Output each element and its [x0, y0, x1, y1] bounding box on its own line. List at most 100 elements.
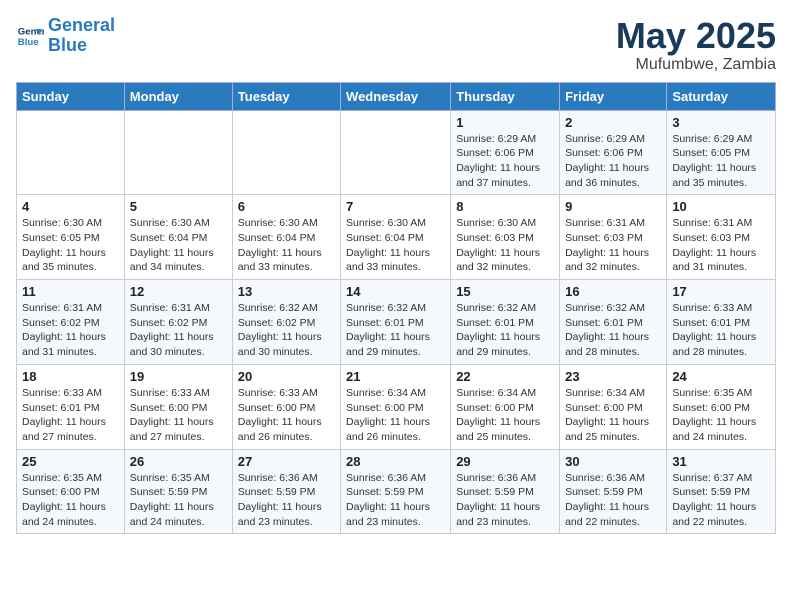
- page-header: General Blue General Blue May 2025 Mufum…: [16, 16, 776, 74]
- calendar-week-row: 1 Sunrise: 6:29 AMSunset: 6:06 PMDaylight…: [17, 110, 776, 195]
- day-info: Sunrise: 6:30 AMSunset: 6:05 PMDaylight:…: [22, 216, 119, 275]
- calendar-week-row: 18 Sunrise: 6:33 AMSunset: 6:01 PMDayligh…: [17, 364, 776, 449]
- day-number: 31: [672, 454, 770, 469]
- day-info: Sunrise: 6:32 AMSunset: 6:01 PMDaylight:…: [565, 301, 661, 360]
- day-info: Sunrise: 6:33 AMSunset: 6:00 PMDaylight:…: [130, 386, 227, 445]
- day-number: 5: [130, 199, 227, 214]
- day-info: Sunrise: 6:33 AMSunset: 6:00 PMDaylight:…: [238, 386, 335, 445]
- calendar-day-cell: [17, 110, 125, 195]
- calendar-day-cell: 3Sunrise: 6:29 AMSunset: 6:05 PMDaylight…: [667, 110, 776, 195]
- day-number: 8: [456, 199, 554, 214]
- day-number: 27: [238, 454, 335, 469]
- day-info: Sunrise: 6:36 AMSunset: 5:59 PMDaylight:…: [456, 471, 554, 530]
- calendar-day-cell: 9 Sunrise: 6:31 AMSunset: 6:03 PMDaylight…: [560, 195, 667, 280]
- day-number: 11: [22, 284, 119, 299]
- logo-icon: General Blue: [16, 22, 44, 50]
- day-info: Sunrise: 6:34 AMSunset: 6:00 PMDaylight:…: [346, 386, 445, 445]
- calendar-subtitle: Mufumbwe, Zambia: [616, 56, 776, 74]
- calendar-day-cell: [124, 110, 232, 195]
- day-info: Sunrise: 6:36 AMSunset: 5:59 PMDaylight:…: [565, 471, 661, 530]
- calendar-day-cell: 6 Sunrise: 6:30 AMSunset: 6:04 PMDaylight…: [232, 195, 340, 280]
- calendar-day-cell: 7Sunrise: 6:30 AMSunset: 6:04 PMDaylight…: [341, 195, 451, 280]
- calendar-day-cell: 19 Sunrise: 6:33 AMSunset: 6:00 PMDayligh…: [124, 364, 232, 449]
- day-info: Sunrise: 6:33 AMSunset: 6:01 PMDaylight:…: [672, 301, 770, 360]
- calendar-day-header: Wednesday: [341, 82, 451, 110]
- calendar-day-cell: 5Sunrise: 6:30 AMSunset: 6:04 PMDaylight…: [124, 195, 232, 280]
- day-info: Sunrise: 6:34 AMSunset: 6:00 PMDaylight:…: [565, 386, 661, 445]
- calendar-week-row: 25 Sunrise: 6:35 AMSunset: 6:00 PMDayligh…: [17, 449, 776, 534]
- day-info: Sunrise: 6:33 AMSunset: 6:01 PMDaylight:…: [22, 386, 119, 445]
- day-info: Sunrise: 6:31 AMSunset: 6:03 PMDaylight:…: [565, 216, 661, 275]
- svg-text:Blue: Blue: [18, 37, 39, 48]
- calendar-day-cell: 24 Sunrise: 6:35 AMSunset: 6:00 PMDayligh…: [667, 364, 776, 449]
- calendar-day-cell: 23 Sunrise: 6:34 AMSunset: 6:00 PMDayligh…: [560, 364, 667, 449]
- calendar-day-cell: 17 Sunrise: 6:33 AMSunset: 6:01 PMDayligh…: [667, 280, 776, 365]
- day-number: 1: [456, 115, 554, 130]
- day-number: 13: [238, 284, 335, 299]
- calendar-day-header: Thursday: [451, 82, 560, 110]
- day-number: 21: [346, 369, 445, 384]
- day-info: Sunrise: 6:31 AMSunset: 6:03 PMDaylight:…: [672, 216, 770, 275]
- calendar-day-cell: 4 Sunrise: 6:30 AMSunset: 6:05 PMDaylight…: [17, 195, 125, 280]
- day-number: 4: [22, 199, 119, 214]
- day-number: 22: [456, 369, 554, 384]
- calendar-day-cell: 29Sunrise: 6:36 AMSunset: 5:59 PMDayligh…: [451, 449, 560, 534]
- logo: General Blue General Blue: [16, 16, 115, 56]
- calendar-week-row: 4 Sunrise: 6:30 AMSunset: 6:05 PMDaylight…: [17, 195, 776, 280]
- calendar-day-cell: 20Sunrise: 6:33 AMSunset: 6:00 PMDayligh…: [232, 364, 340, 449]
- day-info: Sunrise: 6:36 AMSunset: 5:59 PMDaylight:…: [346, 471, 445, 530]
- day-info: Sunrise: 6:36 AMSunset: 5:59 PMDaylight:…: [238, 471, 335, 530]
- calendar-day-cell: 26 Sunrise: 6:35 AMSunset: 5:59 PMDayligh…: [124, 449, 232, 534]
- calendar-week-row: 11 Sunrise: 6:31 AMSunset: 6:02 PMDayligh…: [17, 280, 776, 365]
- day-info: Sunrise: 6:32 AMSunset: 6:02 PMDaylight:…: [238, 301, 335, 360]
- calendar-day-cell: 18 Sunrise: 6:33 AMSunset: 6:01 PMDayligh…: [17, 364, 125, 449]
- day-number: 9: [565, 199, 661, 214]
- day-info: Sunrise: 6:35 AMSunset: 5:59 PMDaylight:…: [130, 471, 227, 530]
- day-number: 2: [565, 115, 661, 130]
- day-number: 19: [130, 369, 227, 384]
- day-number: 23: [565, 369, 661, 384]
- day-number: 10: [672, 199, 770, 214]
- day-number: 26: [130, 454, 227, 469]
- calendar-day-cell: 2 Sunrise: 6:29 AMSunset: 6:06 PMDaylight…: [560, 110, 667, 195]
- day-number: 16: [565, 284, 661, 299]
- calendar-day-cell: 28Sunrise: 6:36 AMSunset: 5:59 PMDayligh…: [341, 449, 451, 534]
- day-number: 24: [672, 369, 770, 384]
- day-number: 17: [672, 284, 770, 299]
- calendar-day-header: Tuesday: [232, 82, 340, 110]
- title-block: May 2025 Mufumbwe, Zambia: [616, 16, 776, 74]
- calendar-day-cell: [341, 110, 451, 195]
- day-info: Sunrise: 6:30 AMSunset: 6:04 PMDaylight:…: [238, 216, 335, 275]
- calendar-day-cell: 27 Sunrise: 6:36 AMSunset: 5:59 PMDayligh…: [232, 449, 340, 534]
- day-number: 6: [238, 199, 335, 214]
- calendar-header-row: SundayMondayTuesdayWednesdayThursdayFrid…: [17, 82, 776, 110]
- day-info: Sunrise: 6:31 AMSunset: 6:02 PMDaylight:…: [22, 301, 119, 360]
- logo-blue: Blue: [48, 35, 87, 55]
- day-info: Sunrise: 6:32 AMSunset: 6:01 PMDaylight:…: [456, 301, 554, 360]
- day-number: 7: [346, 199, 445, 214]
- day-info: Sunrise: 6:29 AMSunset: 6:06 PMDaylight:…: [565, 132, 661, 191]
- calendar-day-cell: 12 Sunrise: 6:31 AMSunset: 6:02 PMDayligh…: [124, 280, 232, 365]
- day-info: Sunrise: 6:35 AMSunset: 6:00 PMDaylight:…: [22, 471, 119, 530]
- day-info: Sunrise: 6:31 AMSunset: 6:02 PMDaylight:…: [130, 301, 227, 360]
- day-number: 25: [22, 454, 119, 469]
- calendar-day-cell: 30 Sunrise: 6:36 AMSunset: 5:59 PMDayligh…: [560, 449, 667, 534]
- calendar-day-cell: 31Sunrise: 6:37 AMSunset: 5:59 PMDayligh…: [667, 449, 776, 534]
- calendar-day-header: Friday: [560, 82, 667, 110]
- calendar-day-cell: 11 Sunrise: 6:31 AMSunset: 6:02 PMDayligh…: [17, 280, 125, 365]
- calendar-body: 1 Sunrise: 6:29 AMSunset: 6:06 PMDaylight…: [17, 110, 776, 534]
- day-info: Sunrise: 6:29 AMSunset: 6:06 PMDaylight:…: [456, 132, 554, 191]
- logo-general: General: [48, 15, 115, 35]
- calendar-title: May 2025: [616, 16, 776, 56]
- calendar-day-cell: 16 Sunrise: 6:32 AMSunset: 6:01 PMDayligh…: [560, 280, 667, 365]
- day-info: Sunrise: 6:35 AMSunset: 6:00 PMDaylight:…: [672, 386, 770, 445]
- calendar-day-cell: 8Sunrise: 6:30 AMSunset: 6:03 PMDaylight…: [451, 195, 560, 280]
- calendar-day-cell: 22 Sunrise: 6:34 AMSunset: 6:00 PMDayligh…: [451, 364, 560, 449]
- day-number: 18: [22, 369, 119, 384]
- day-number: 12: [130, 284, 227, 299]
- calendar-day-cell: 10 Sunrise: 6:31 AMSunset: 6:03 PMDayligh…: [667, 195, 776, 280]
- day-number: 14: [346, 284, 445, 299]
- day-number: 30: [565, 454, 661, 469]
- day-info: Sunrise: 6:34 AMSunset: 6:00 PMDaylight:…: [456, 386, 554, 445]
- calendar-day-cell: 1 Sunrise: 6:29 AMSunset: 6:06 PMDaylight…: [451, 110, 560, 195]
